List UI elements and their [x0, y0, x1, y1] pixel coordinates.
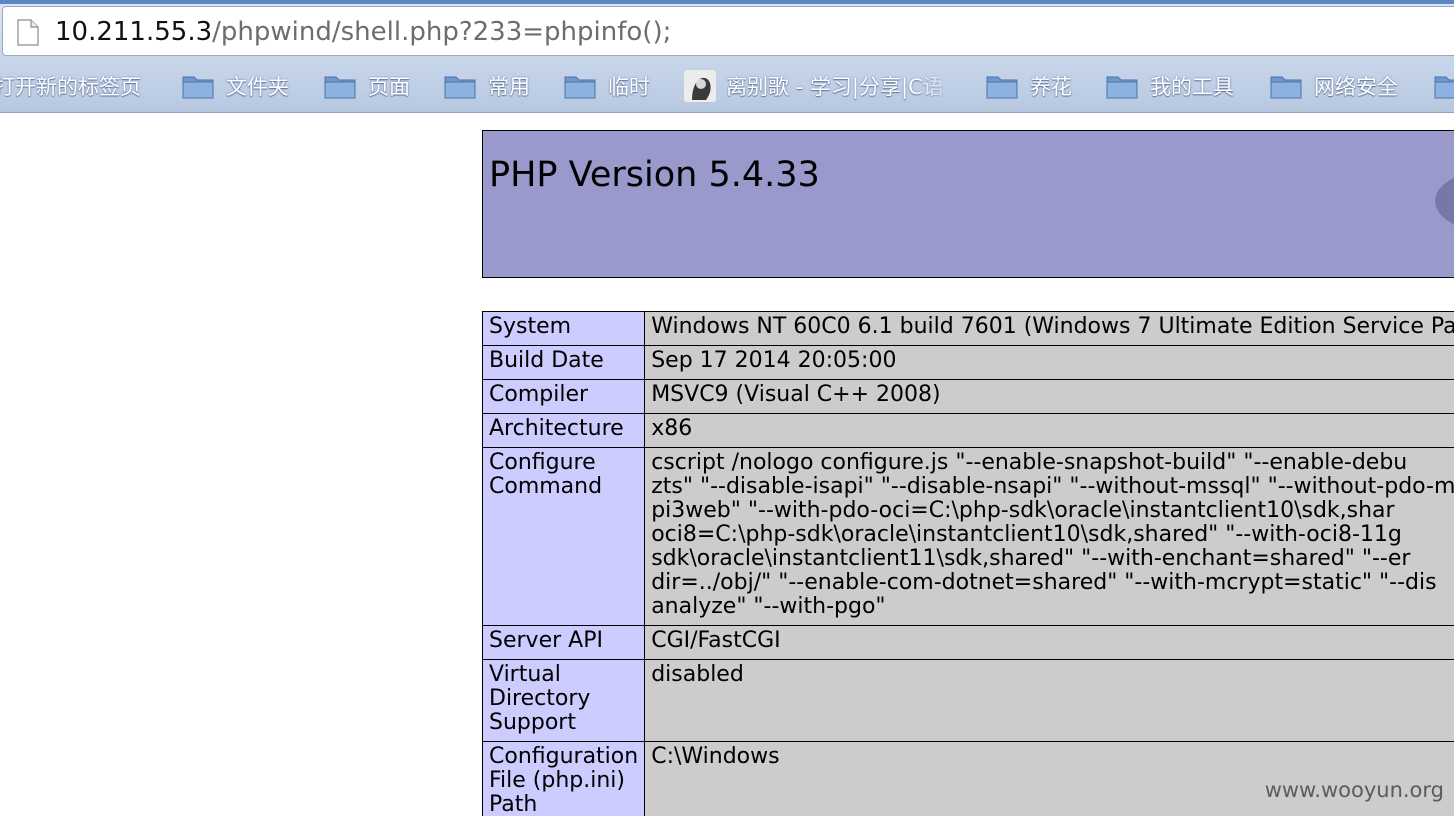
value-line: x86	[651, 416, 693, 441]
row-key: Configuration File (php.ini) Path	[481, 741, 646, 816]
value-line: CGI/FastCGI	[651, 628, 781, 653]
watermark: www.wooyun.org	[1264, 778, 1444, 802]
bookmark-folder-tools[interactable]: 我的工具	[1106, 60, 1234, 112]
value-line: zts" "--disable-isapi" "--disable-nsapi"…	[651, 474, 1454, 499]
value-line: Windows NT 60C0 6.1 build 7601 (Windows …	[651, 314, 1454, 339]
value-line: disabled	[651, 662, 744, 687]
address-field[interactable]: 10.211.55.3/phpwind/shell.php?233=phpinf…	[2, 6, 1454, 56]
table-row: Compiler MSVC9 (Visual C++ 2008)	[481, 379, 1454, 414]
row-key: Virtual Directory Support	[481, 659, 646, 742]
page-title: PHP Version 5.4.33	[489, 155, 820, 195]
bookmark-label: 页面	[368, 75, 410, 99]
folder-icon	[564, 76, 596, 99]
row-value: MSVC9 (Visual C++ 2008)	[644, 379, 1454, 414]
bookmark-label: 离别歌 - 学习|分享|C语	[726, 75, 944, 99]
row-key: Architecture	[481, 413, 646, 448]
bookmark-folder-common[interactable]: 常用	[444, 60, 530, 112]
bookmark-folder-pages[interactable]: 页面	[324, 60, 410, 112]
page-content: PHP Version 5.4.33 System Windows NT 60C…	[0, 113, 1454, 816]
url-text[interactable]: 10.211.55.3/phpwind/shell.php?233=phpinf…	[55, 16, 671, 48]
value-line: analyze" "--with-pgo"	[651, 594, 886, 619]
bookmark-site-blog[interactable]: 离别歌 - 学习|分享|C语	[684, 60, 954, 112]
page-icon	[17, 19, 39, 46]
phpinfo-table: System Windows NT 60C0 6.1 build 7601 (W…	[481, 311, 1454, 816]
value-line: dir=../obj/" "--enable-com-dotnet=shared…	[651, 570, 1437, 595]
bookmark-folder-overflow[interactable]	[1434, 60, 1454, 112]
folder-icon	[182, 76, 214, 99]
row-key: Server API	[481, 625, 646, 660]
row-value: disabled	[644, 659, 1454, 742]
bookmark-label: 网络安全	[1314, 75, 1398, 99]
folder-icon	[986, 76, 1018, 99]
address-bar-area: 10.211.55.3/phpwind/shell.php?233=phpinf…	[0, 4, 1454, 60]
row-value: Sep 17 2014 20:05:00	[644, 345, 1454, 380]
bookmark-label: 打开新的标签页	[0, 75, 141, 99]
table-row: Configure Command cscript /nologo config…	[481, 447, 1454, 626]
folder-icon	[1270, 76, 1302, 99]
folder-icon	[324, 76, 356, 99]
table-row: Build Date Sep 17 2014 20:05:00	[481, 345, 1454, 380]
value-line: oci8=C:\php-sdk\oracle\instantclient10\s…	[651, 522, 1402, 547]
table-row: System Windows NT 60C0 6.1 build 7601 (W…	[481, 311, 1454, 346]
row-value: Windows NT 60C0 6.1 build 7601 (Windows …	[644, 311, 1454, 346]
bookmark-folder-flowers[interactable]: 养花	[986, 60, 1072, 112]
bookmark-label: 我的工具	[1150, 75, 1234, 99]
bookmark-label: 临时	[608, 75, 650, 99]
phpinfo-header: PHP Version 5.4.33	[482, 130, 1454, 278]
bookmark-label: 文件夹	[226, 75, 289, 99]
row-key: Configure Command	[481, 447, 646, 626]
site-favicon-icon	[684, 70, 716, 102]
php-logo-icon	[1435, 169, 1454, 233]
value-line: MSVC9 (Visual C++ 2008)	[651, 382, 941, 407]
row-key: Compiler	[481, 379, 646, 414]
row-value: x86	[644, 413, 1454, 448]
folder-icon	[1434, 76, 1454, 99]
folder-icon	[1106, 76, 1138, 99]
bookmark-label: 常用	[488, 75, 530, 99]
row-key: Build Date	[481, 345, 646, 380]
bookmark-folder-files[interactable]: 文件夹	[182, 60, 289, 112]
url-host: 10.211.55.3	[55, 17, 213, 47]
table-row: Architecture x86	[481, 413, 1454, 448]
value-line: sdk\oracle\instantclient11\sdk,shared" "…	[651, 546, 1411, 571]
folder-icon	[444, 76, 476, 99]
bookmarks-bar: 打开新的标签页 文件夹 页面 常用 临时 离别歌 - 学习|分享|C语 养花 我…	[0, 60, 1454, 113]
bookmark-folder-temp[interactable]: 临时	[564, 60, 650, 112]
value-line: Sep 17 2014 20:05:00	[651, 348, 897, 373]
table-row: Virtual Directory Support disabled	[481, 659, 1454, 742]
value-line: C:\Windows	[651, 744, 780, 769]
bookmark-label: 养花	[1030, 75, 1072, 99]
row-value: cscript /nologo configure.js "--enable-s…	[644, 447, 1454, 626]
value-line: pi3web" "--with-pdo-oci=C:\php-sdk\oracl…	[651, 498, 1395, 523]
row-value: CGI/FastCGI	[644, 625, 1454, 660]
row-key: System	[481, 311, 646, 346]
value-line: cscript /nologo configure.js "--enable-s…	[651, 450, 1408, 475]
url-path: /phpwind/shell.php?233=phpinfo();	[212, 17, 672, 47]
table-row: Server API CGI/FastCGI	[481, 625, 1454, 660]
bookmark-folder-security[interactable]: 网络安全	[1270, 60, 1398, 112]
bookmark-new-tab[interactable]: 打开新的标签页	[0, 60, 141, 112]
